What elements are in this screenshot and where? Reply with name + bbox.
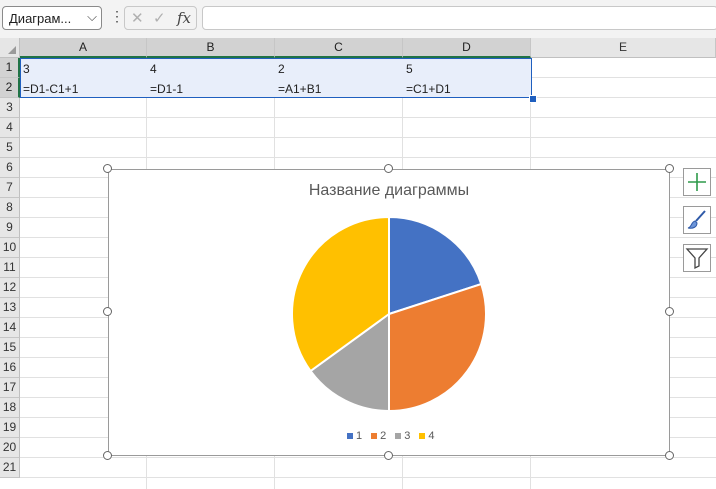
fx-icon[interactable]: fx (177, 9, 191, 27)
row-header-14[interactable]: 14 (0, 318, 20, 338)
row-header-4[interactable]: 4 (0, 118, 20, 138)
resize-handle-top-right[interactable] (665, 164, 674, 173)
row-header-18[interactable]: 18 (0, 398, 20, 418)
legend-item: 4 (419, 430, 435, 442)
pie-chart[interactable]: Название диаграммы 1 2 3 4 (108, 169, 670, 456)
x-icon[interactable]: ✕ (131, 9, 144, 27)
chart-elements-button[interactable] (683, 168, 711, 196)
select-all-corner[interactable] (0, 38, 20, 58)
row-header-15[interactable]: 15 (0, 338, 20, 358)
row-header-11[interactable]: 11 (0, 258, 20, 278)
row-header-20[interactable]: 20 (0, 438, 20, 458)
resize-handle-top[interactable] (384, 164, 393, 173)
resize-handle-bottom[interactable] (384, 451, 393, 460)
resize-handle-left[interactable] (103, 307, 112, 316)
chart-filters-button[interactable] (683, 244, 711, 272)
grid-line (20, 117, 716, 118)
row-header-13[interactable]: 13 (0, 298, 20, 318)
grid-line (20, 457, 716, 458)
cell-B2[interactable]: =D1-1 (147, 79, 183, 99)
legend-label: 1 (356, 430, 363, 442)
legend-label: 3 (404, 430, 411, 442)
column-header-B[interactable]: B (147, 38, 275, 58)
brush-icon (687, 210, 706, 229)
row-header-10[interactable]: 10 (0, 238, 20, 258)
cell-D1[interactable]: 5 (403, 59, 413, 79)
cell-C1[interactable]: 2 (275, 59, 285, 79)
chart-title[interactable]: Название диаграммы (109, 182, 669, 200)
row-header-2[interactable]: 2 (0, 78, 20, 98)
legend-label: 2 (380, 430, 387, 442)
legend-label: 4 (428, 430, 435, 442)
legend-swatch-1 (347, 433, 353, 439)
cell-B1[interactable]: 4 (147, 59, 157, 79)
check-icon[interactable]: ✓ (153, 9, 166, 27)
row-header-6[interactable]: 6 (0, 158, 20, 178)
legend-item: 2 (371, 430, 386, 442)
resize-handle-bottom-right[interactable] (665, 451, 674, 460)
pie-plot (291, 215, 487, 413)
formula-buttons: ✕ ✓ fx (124, 6, 197, 30)
legend-item: 1 (347, 430, 362, 442)
row-header-19[interactable]: 19 (0, 418, 20, 438)
legend-swatch-2 (371, 433, 378, 439)
row-header-1[interactable]: 1 (0, 58, 20, 78)
column-header-E[interactable]: E (531, 38, 716, 58)
chart-legend[interactable]: 1 2 3 4 (347, 430, 435, 442)
fill-handle[interactable] (529, 95, 537, 103)
column-header-A[interactable]: A (20, 38, 147, 58)
row-header-7[interactable]: 7 (0, 178, 20, 198)
cell-C2[interactable]: =A1+B1 (275, 79, 321, 99)
row-header-17[interactable]: 17 (0, 378, 20, 398)
row-header-12[interactable]: 12 (0, 278, 20, 298)
row-header-8[interactable]: 8 (0, 198, 20, 218)
grid-line (20, 137, 716, 138)
resize-handle-right[interactable] (665, 307, 674, 316)
chevron-down-icon[interactable]: ⌵ (87, 9, 97, 25)
chart-styles-button[interactable] (683, 206, 711, 234)
resize-handle-bottom-left[interactable] (103, 451, 112, 460)
column-header-C[interactable]: C (275, 38, 403, 58)
legend-swatch-3 (395, 433, 402, 439)
row-header-5[interactable]: 5 (0, 138, 20, 158)
legend-swatch-4 (419, 433, 426, 439)
name-box-value: Диаграм... (9, 11, 72, 26)
cell-D2[interactable]: =C1+D1 (403, 79, 451, 99)
column-header-D[interactable]: D (403, 38, 531, 58)
grid-line (20, 477, 716, 478)
plus-icon (688, 173, 706, 191)
row-header-3[interactable]: 3 (0, 98, 20, 118)
name-box[interactable]: Диаграм... ⌵ (2, 6, 102, 30)
resize-handle-top-left[interactable] (103, 164, 112, 173)
formula-input[interactable] (202, 6, 716, 30)
cell-A1[interactable]: 3 (20, 59, 30, 79)
more-options-icon[interactable]: ⋮ (110, 8, 124, 25)
row-header-16[interactable]: 16 (0, 358, 20, 378)
cell-A2[interactable]: =D1-C1+1 (20, 79, 78, 99)
grid-line (20, 157, 716, 158)
legend-item: 3 (395, 430, 410, 442)
filter-icon (685, 248, 709, 270)
row-header-21[interactable]: 21 (0, 458, 20, 478)
row-header-9[interactable]: 9 (0, 218, 20, 238)
